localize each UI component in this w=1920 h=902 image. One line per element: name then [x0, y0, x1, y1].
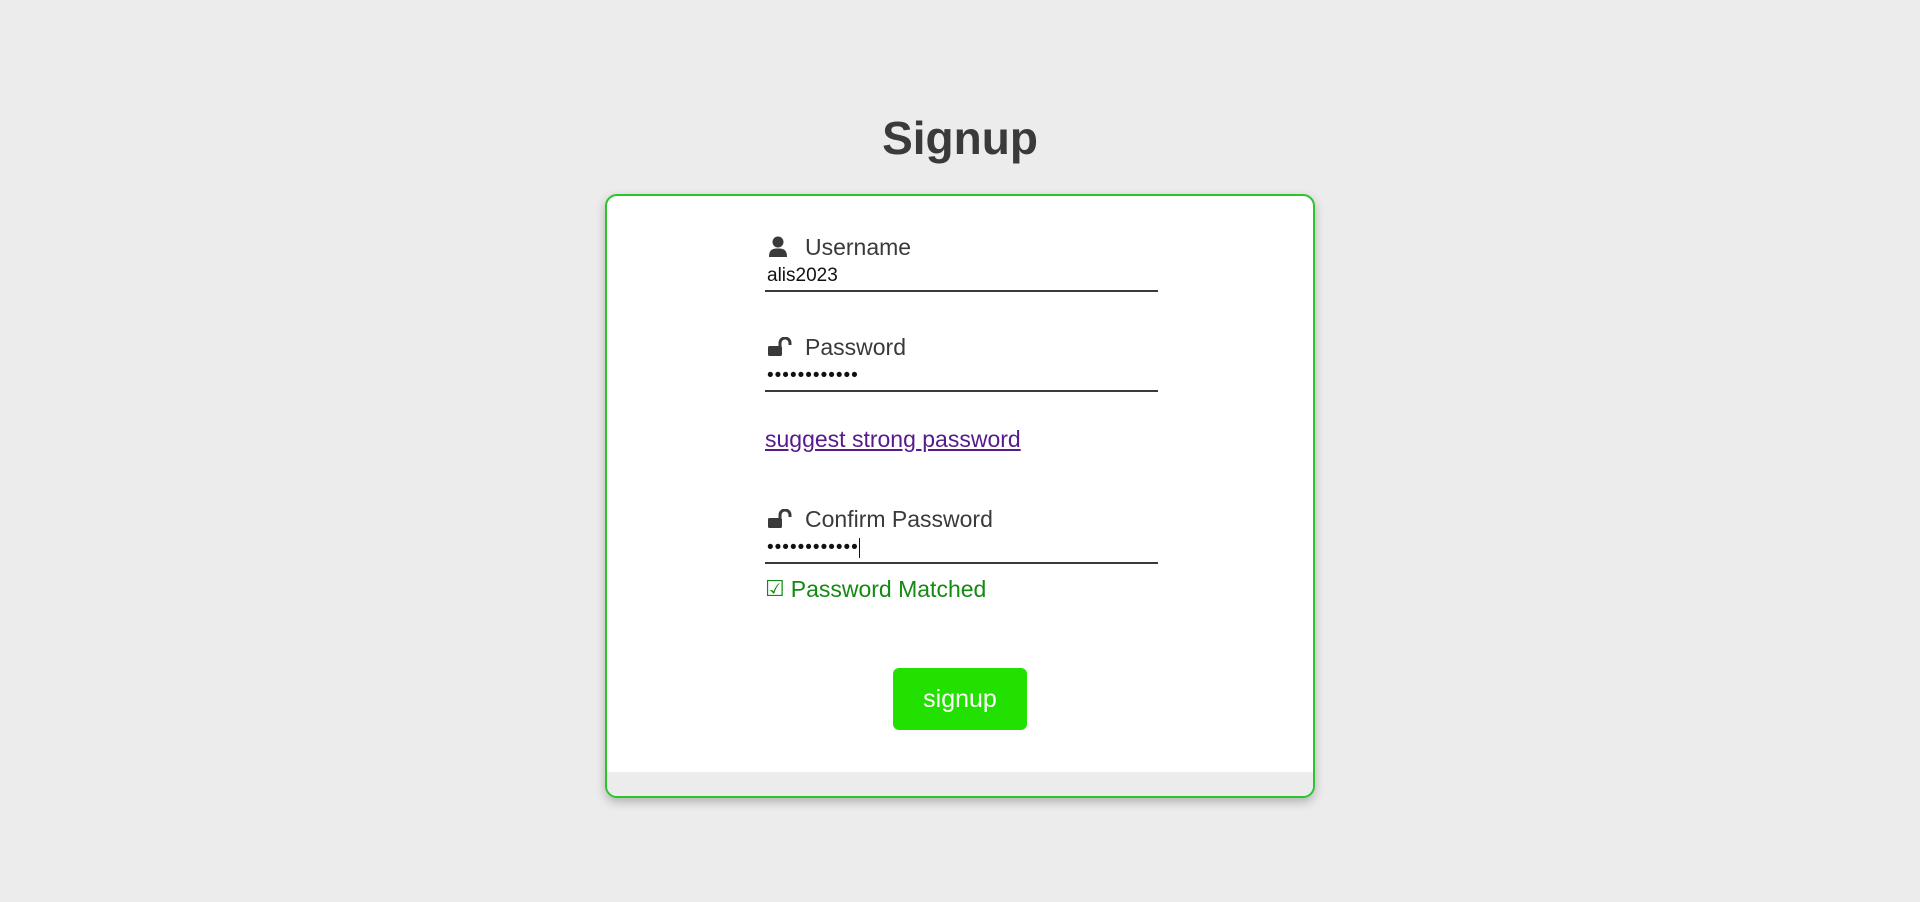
confirm-password-input[interactable]: ••••••••••••	[765, 534, 1158, 564]
username-input[interactable]	[765, 262, 1158, 292]
checkbox-checked-icon: ☑	[765, 577, 785, 602]
confirm-password-label: Confirm Password	[805, 505, 993, 532]
username-group: Username	[765, 232, 1158, 332]
username-label: Username	[805, 233, 912, 260]
card-footer	[607, 772, 1313, 796]
page-title: Signup	[882, 112, 1038, 164]
confirm-password-group: Confirm Password •••••••••••• ☑ Password…	[765, 504, 1158, 603]
signup-button[interactable]: signup	[893, 668, 1027, 730]
password-input[interactable]: ••••••••••••	[765, 362, 1158, 392]
signup-card: Username Password ••••••••••••	[605, 194, 1315, 798]
password-group: Password ••••••••••••	[765, 332, 1158, 424]
signup-page: Signup Username alis2023 Password ••••••…	[0, 0, 1920, 902]
password-match-text: Password Matched	[790, 576, 987, 602]
suggest-strong-password-link[interactable]: suggest strong password	[765, 426, 1021, 453]
password-value: ••••••••••••	[767, 365, 859, 386]
suggest-wrap: suggest strong password	[765, 424, 1158, 504]
password-label-row: Password	[765, 332, 1158, 362]
confirm-password-value: ••••••••••••	[767, 537, 859, 558]
password-label: Password	[805, 333, 906, 360]
confirm-password-label-row: Confirm Password	[765, 504, 1158, 534]
unlock-icon	[765, 506, 795, 532]
password-match-status: ☑ Password Matched	[765, 576, 1158, 603]
user-icon	[765, 234, 791, 260]
text-caret	[858, 538, 860, 558]
signup-button-wrap: signup	[607, 668, 1313, 730]
signup-form: Username Password ••••••••••••	[765, 232, 1158, 603]
username-label-row: Username	[765, 232, 1158, 262]
unlock-icon	[765, 334, 795, 360]
